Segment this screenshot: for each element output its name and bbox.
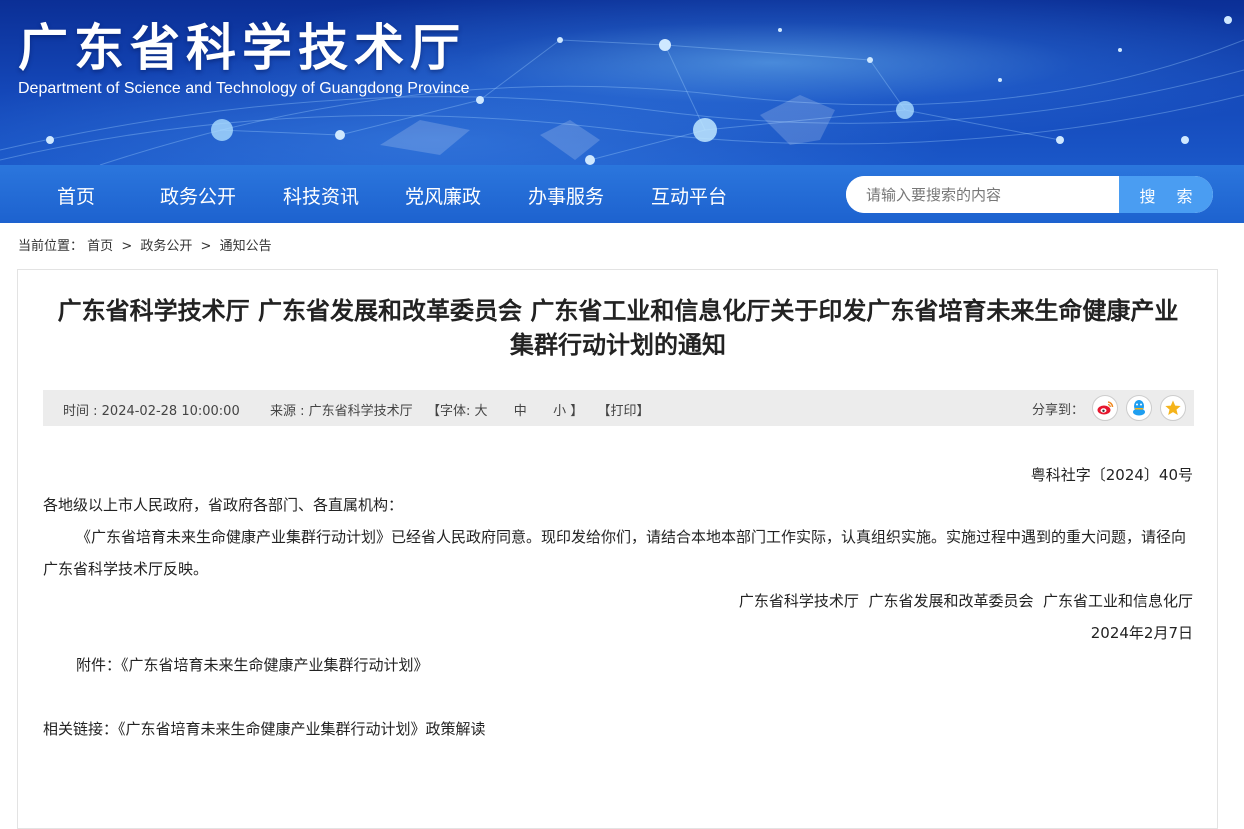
print-button[interactable]: 【打印】 xyxy=(598,404,650,419)
nav-item-home[interactable]: 首页 xyxy=(57,182,95,209)
publish-time: 2024-02-28 10:00:00 xyxy=(101,404,240,419)
search-button[interactable]: 搜 索 xyxy=(1119,176,1213,213)
article-meta-bar: 时间 : 2024-02-28 10:00:00 来源 : 广东省科学技术厅 【… xyxy=(43,390,1194,426)
time-label: 时间 : xyxy=(63,404,102,419)
weibo-icon[interactable] xyxy=(1092,395,1118,421)
attachment: 附件：《广东省培育未来生命健康产业集群行动计划》 xyxy=(76,649,429,681)
nav-item-services[interactable]: 办事服务 xyxy=(528,182,604,209)
nav-item-interaction[interactable]: 互动平台 xyxy=(651,182,727,209)
attachment-label: 附件： xyxy=(76,656,122,674)
related-label: 相关链接： xyxy=(43,720,119,738)
nav-item-government-affairs[interactable]: 政务公开 xyxy=(160,182,236,209)
font-size-label: 【字体: xyxy=(426,404,475,419)
related-links: 相关链接：《广东省培育未来生命健康产业集群行动计划》政策解读 xyxy=(43,713,486,745)
font-size-close: 】 xyxy=(566,404,584,419)
article-meta-info: 时间 : 2024-02-28 10:00:00 来源 : 广东省科学技术厅 【… xyxy=(63,400,650,419)
header-banner: 广东省科学技术厅 Department of Science and Techn… xyxy=(0,0,1244,165)
font-size-small[interactable]: 小 xyxy=(553,404,566,419)
breadcrumb-prefix: 当前位置： xyxy=(18,239,84,254)
breadcrumb-separator: > xyxy=(121,239,133,254)
qq-icon[interactable] xyxy=(1126,395,1152,421)
font-size-medium[interactable]: 中 xyxy=(514,404,527,419)
qzone-icon[interactable] xyxy=(1160,395,1186,421)
search-box: 搜 索 xyxy=(846,176,1213,213)
nav-item-tech-news[interactable]: 科技资讯 xyxy=(283,182,359,209)
attachment-link[interactable]: 《广东省培育未来生命健康产业集群行动计划》 xyxy=(121,656,429,674)
source-label: 来源 : xyxy=(270,404,309,419)
nav-item-party-integrity[interactable]: 党风廉政 xyxy=(405,182,481,209)
share-label: 分享到： xyxy=(1031,402,1084,418)
article-card: 广东省科学技术厅 广东省发展和改革委员会 广东省工业和信息化厅关于印发广东省培育… xyxy=(17,269,1218,829)
document-number: 粤科社字〔2024〕40号 xyxy=(1030,466,1193,484)
breadcrumb-government-affairs[interactable]: 政务公开 xyxy=(140,239,192,254)
breadcrumb-separator: > xyxy=(200,239,212,254)
site-subtitle: Department of Science and Technology of … xyxy=(18,80,470,97)
breadcrumb-home[interactable]: 首页 xyxy=(87,239,113,254)
issue-date: 2024年2月7日 xyxy=(1090,624,1193,642)
breadcrumb-notices[interactable]: 通知公告 xyxy=(220,239,272,254)
breadcrumb: 当前位置： 首页 > 政务公开 > 通知公告 xyxy=(18,235,272,254)
article-body: 《广东省培育未来生命健康产业集群行动计划》已经省人民政府同意。现印发给你们，请结… xyxy=(43,528,1187,578)
article-title: 广东省科学技术厅 广东省发展和改革委员会 广东省工业和信息化厅关于印发广东省培育… xyxy=(57,297,1179,359)
related-link-policy-interpretation[interactable]: 《广东省培育未来生命健康产业集群行动计划》政策解读 xyxy=(118,720,486,738)
search-input[interactable] xyxy=(846,176,1119,213)
source-value: 广东省科学技术厅 xyxy=(308,404,413,419)
salutation: 各地级以上市人民政府，省政府各部门、各直属机构： xyxy=(43,496,404,514)
site-title: 广东省科学技术厅 xyxy=(18,19,466,77)
share-section: 分享到： xyxy=(1032,395,1186,421)
font-size-large[interactable]: 大 xyxy=(474,404,487,419)
issuing-departments: 广东省科学技术厅 广东省发展和改革委员会 广东省工业和信息化厅 xyxy=(738,592,1193,610)
